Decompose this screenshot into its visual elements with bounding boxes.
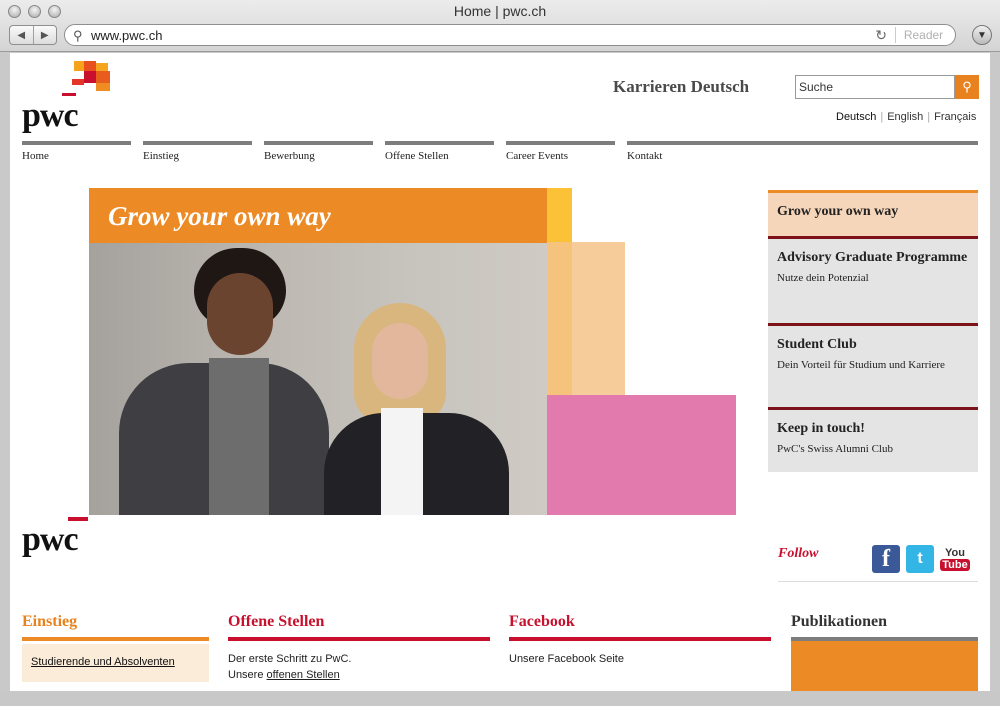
facebook-icon[interactable]: f	[872, 545, 900, 573]
sidebar-card-title: Student Club	[777, 337, 857, 352]
sidebar-card-title: Advisory Graduate Programme	[777, 250, 968, 265]
sidebar-card-keep-in-touch[interactable]: Keep in touch! PwC's Swiss Alumni Club	[768, 407, 978, 472]
sidebar-card-title: Keep in touch!	[777, 421, 865, 436]
sidebar-card-advisory[interactable]: Advisory Graduate Programme Nutze dein P…	[768, 236, 978, 323]
hero-photo	[89, 243, 547, 515]
search-icon: ⚲	[962, 79, 972, 94]
offene-stellen-heading[interactable]: Offene Stellen	[228, 613, 324, 631]
pwc-logo-small: pwc	[22, 517, 102, 563]
twitter-icon[interactable]: t	[906, 545, 934, 573]
divider	[228, 637, 490, 641]
nav-offene-stellen[interactable]: Offene Stellen	[385, 141, 494, 162]
window-title: Home | pwc.ch	[453, 3, 547, 19]
sidebar-card-grow[interactable]: Grow your own way	[768, 190, 978, 236]
reader-button[interactable]: Reader	[895, 27, 951, 43]
youtube-icon[interactable]: You Tube	[940, 545, 970, 573]
publikationen-heading[interactable]: Publikationen	[791, 613, 887, 631]
logo-text-small: pwc	[22, 521, 79, 558]
offene-stellen-link[interactable]: offenen Stellen	[267, 669, 340, 681]
facebook-heading[interactable]: Facebook	[509, 613, 575, 631]
url-text[interactable]: www.pwc.ch	[91, 28, 163, 43]
sidebar-card-subtitle: Nutze dein Potenzial	[777, 272, 869, 284]
language-switcher: Deutsch | English | Français	[836, 111, 977, 123]
pwc-logo[interactable]: pwc	[22, 61, 122, 134]
divider	[22, 637, 209, 641]
back-button[interactable]: ◀	[10, 26, 33, 44]
publikationen-teaser[interactable]	[791, 641, 978, 691]
studierende-link[interactable]: Studierende und Absolventen	[31, 656, 175, 668]
search-button[interactable]: ⚲	[955, 75, 979, 99]
facebook-text[interactable]: Unsere Facebook Seite	[509, 651, 624, 667]
nav-career-events[interactable]: Career Events	[506, 141, 615, 162]
offene-stellen-prefix: Unsere	[228, 669, 267, 681]
nav-home[interactable]: Home	[22, 141, 131, 162]
divider	[509, 637, 771, 641]
download-icon: ▼	[977, 29, 987, 41]
sidebar-card-title: Grow your own way	[777, 204, 899, 219]
logo-text: pwc	[22, 97, 79, 134]
einstieg-heading[interactable]: Einstieg	[22, 613, 77, 631]
lang-francais[interactable]: Français	[934, 111, 976, 123]
offene-stellen-text: Der erste Schritt zu PwC. Unsere offenen…	[228, 651, 351, 683]
decorative-pink-block	[547, 395, 736, 515]
sidebar: Grow your own way Advisory Graduate Prog…	[768, 190, 978, 472]
search-input[interactable]: Suche	[795, 75, 955, 99]
nav-kontakt[interactable]: Kontakt	[627, 141, 978, 162]
youtube-you: You	[945, 547, 965, 559]
career-language-links[interactable]: Karrieren Deutsch	[613, 77, 749, 97]
address-bar[interactable]: ⚲ www.pwc.ch ↻ Reader	[64, 24, 956, 46]
sidebar-card-student-club[interactable]: Student Club Dein Vorteil für Studium un…	[768, 323, 978, 407]
follow-label: Follow	[778, 546, 819, 561]
nav-einstieg[interactable]: Einstieg	[143, 141, 252, 162]
browser-toolbar: Home | pwc.ch ◀ ▶ ⚲ www.pwc.ch ↻ Reader …	[0, 0, 1000, 52]
nav-bewerbung[interactable]: Bewerbung	[264, 141, 373, 162]
lang-deutsch[interactable]: Deutsch	[836, 111, 876, 123]
decorative-peach-block	[547, 242, 625, 395]
sidebar-card-subtitle: PwC's Swiss Alumni Club	[777, 443, 893, 455]
offene-stellen-line1: Der erste Schritt zu PwC.	[228, 653, 352, 665]
search-icon: ⚲	[73, 28, 83, 43]
downloads-button[interactable]: ▼	[972, 25, 992, 45]
hero-title: Grow your own way	[108, 201, 331, 231]
forward-button[interactable]: ▶	[32, 26, 57, 44]
sidebar-card-subtitle: Dein Vorteil für Studium und Karriere	[777, 359, 945, 371]
divider	[778, 581, 978, 582]
reload-icon[interactable]: ↻	[875, 27, 887, 44]
window-bottom-edge	[0, 691, 1000, 706]
history-buttons: ◀ ▶	[9, 25, 57, 45]
web-page: pwc Karrieren Deutsch Suche ⚲ Deutsch | En…	[10, 53, 990, 691]
youtube-tube: Tube	[940, 559, 970, 571]
lang-english[interactable]: English	[887, 111, 923, 123]
